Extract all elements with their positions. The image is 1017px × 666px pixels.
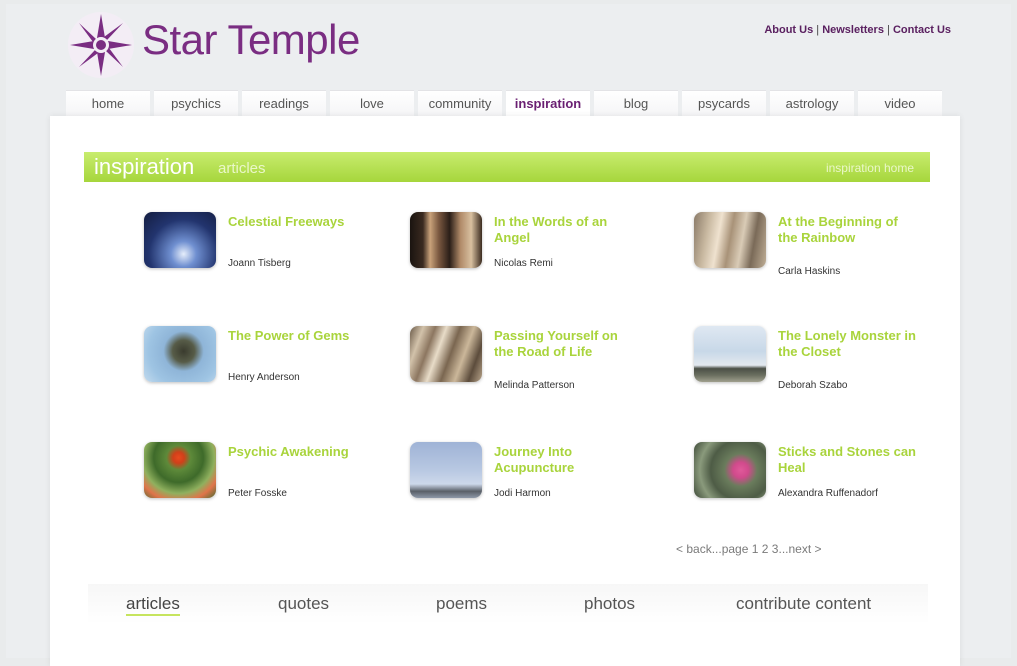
tab-love[interactable]: love (330, 90, 414, 118)
brand-name[interactable]: Star Temple (142, 16, 360, 64)
article-card[interactable]: Passing Yourself on the Road of Life Mel… (410, 326, 660, 416)
article-thumbnail[interactable] (694, 326, 766, 382)
tab-blog[interactable]: blog (594, 90, 678, 118)
article-thumbnail[interactable] (410, 326, 482, 382)
subnav-poems[interactable]: poems (436, 594, 487, 614)
article-author: Nicolas Remi (494, 258, 553, 269)
article-card[interactable]: Celestial Freeways Joann Tisberg (144, 212, 394, 302)
about-us-link[interactable]: About Us (764, 24, 813, 36)
subnav-contribute-content[interactable]: contribute content (736, 594, 871, 614)
article-thumbnail[interactable] (410, 442, 482, 498)
article-thumbnail[interactable] (144, 212, 216, 268)
article-author: Joann Tisberg (228, 258, 291, 269)
pagination-next-link[interactable]: ...next > (778, 542, 821, 556)
link-separator: | (816, 24, 820, 36)
article-thumbnail[interactable] (410, 212, 482, 268)
content-panel: inspiration articles inspiration home Ce… (50, 116, 960, 666)
article-title[interactable]: Psychic Awakening (228, 444, 368, 460)
pagination: < back...page 1 2 3...next > (676, 542, 822, 556)
subnav-articles[interactable]: articles (126, 594, 180, 616)
article-card[interactable]: Psychic Awakening Peter Fosske (144, 442, 394, 532)
page-frame: Star Temple About Us | Newsletters | Con… (6, 4, 1011, 666)
article-author: Alexandra Ruffenadorf (778, 488, 878, 499)
article-author: Peter Fosske (228, 488, 287, 499)
article-card[interactable]: Journey Into Acupuncture Jodi Harmon (410, 442, 660, 532)
article-card[interactable]: The Lonely Monster in the Closet Deborah… (694, 326, 944, 416)
article-thumbnail[interactable] (694, 212, 766, 268)
tab-video[interactable]: video (858, 90, 942, 118)
tab-astrology[interactable]: astrology (770, 90, 854, 118)
article-thumbnail[interactable] (144, 442, 216, 498)
tab-psycards[interactable]: psycards (682, 90, 766, 118)
content-type-subnav: articles quotes poems photos contribute … (88, 584, 928, 624)
article-title[interactable]: In the Words of an Angel (494, 214, 634, 246)
pagination-back-link[interactable]: < back...page (676, 542, 748, 556)
tab-home[interactable]: home (66, 90, 150, 118)
article-card[interactable]: Sticks and Stones can Heal Alexandra Ruf… (694, 442, 944, 532)
article-thumbnail[interactable] (694, 442, 766, 498)
subnav-photos[interactable]: photos (584, 594, 635, 614)
main-nav: home psychics readings love community in… (66, 90, 946, 118)
tab-inspiration[interactable]: inspiration (506, 90, 590, 118)
article-card[interactable]: The Power of Gems Henry Anderson (144, 326, 394, 416)
article-author: Henry Anderson (228, 372, 300, 383)
tab-psychics[interactable]: psychics (154, 90, 238, 118)
article-card[interactable]: In the Words of an Angel Nicolas Remi (410, 212, 660, 302)
top-links: About Us | Newsletters | Contact Us (764, 24, 951, 36)
article-title[interactable]: At the Beginning of the Rainbow (778, 214, 918, 246)
contact-us-link[interactable]: Contact Us (893, 24, 951, 36)
article-card[interactable]: At the Beginning of the Rainbow Carla Ha… (694, 212, 944, 302)
link-separator: | (887, 24, 890, 36)
newsletters-link[interactable]: Newsletters (822, 24, 884, 36)
article-author: Jodi Harmon (494, 488, 551, 499)
subnav-quotes[interactable]: quotes (278, 594, 329, 614)
page-link[interactable]: 2 (762, 542, 769, 556)
article-title[interactable]: Journey Into Acupuncture (494, 444, 634, 476)
article-thumbnail[interactable] (144, 326, 216, 382)
tab-community[interactable]: community (418, 90, 502, 118)
article-author: Carla Haskins (778, 266, 841, 277)
article-title[interactable]: Passing Yourself on the Road of Life (494, 328, 634, 360)
article-title[interactable]: The Lonely Monster in the Closet (778, 328, 918, 360)
article-title[interactable]: The Power of Gems (228, 328, 368, 344)
article-author: Melinda Patterson (494, 380, 575, 391)
article-title[interactable]: Sticks and Stones can Heal (778, 444, 918, 476)
article-title[interactable]: Celestial Freeways (228, 214, 368, 230)
page-link[interactable]: 1 (752, 542, 759, 556)
star-logo-icon[interactable] (66, 10, 136, 80)
article-author: Deborah Szabo (778, 380, 848, 391)
tab-readings[interactable]: readings (242, 90, 326, 118)
